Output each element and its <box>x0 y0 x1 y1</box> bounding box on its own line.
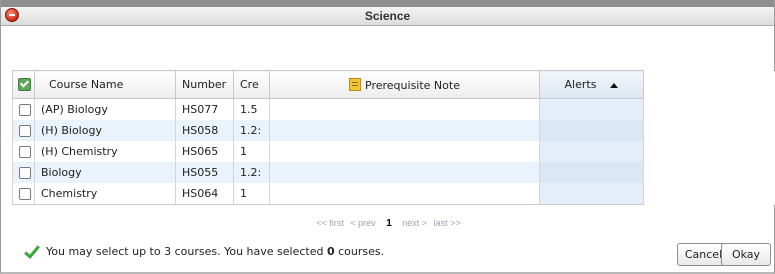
alerts-cell <box>539 183 644 205</box>
course-name-cell: Chemistry <box>34 183 176 205</box>
select-all-checkbox[interactable] <box>12 70 35 99</box>
row-checkbox[interactable] <box>18 125 31 137</box>
course-name-cell: Biology <box>34 162 176 183</box>
course-number-cell: HS055 <box>175 162 234 183</box>
table-row[interactable]: (H) Chemistry HS065 1 <box>12 141 775 162</box>
status-suffix: courses. <box>334 245 385 258</box>
row-spacer <box>643 120 775 141</box>
alerts-cell <box>539 98 644 120</box>
table-header-row: Course Name Number Cre Prerequisite Note… <box>12 70 775 99</box>
row-spacer <box>643 141 775 162</box>
row-checkbox-cell <box>12 162 35 183</box>
row-checkbox-cell <box>12 141 35 162</box>
row-checkbox[interactable] <box>18 167 31 179</box>
pager-next-link[interactable]: next > <box>402 218 427 228</box>
course-selection-dialog: Science Course Name Number Cre Prerequis… <box>0 0 775 274</box>
row-spacer <box>643 183 775 205</box>
selection-status: You may select up to 3 courses. You have… <box>24 245 384 259</box>
alerts-cell <box>539 162 644 183</box>
pager-prev-link[interactable]: < prev <box>350 218 375 228</box>
table-row[interactable]: Chemistry HS064 1 <box>12 183 775 205</box>
table-row[interactable]: Biology HS055 1.2: <box>12 162 775 183</box>
okay-button[interactable]: Okay <box>721 243 771 266</box>
alerts-cell <box>539 141 644 162</box>
course-credits-cell: 1 <box>233 183 270 205</box>
row-checkbox-cell <box>12 98 35 120</box>
course-credits-cell: 1.5 <box>233 98 270 120</box>
course-name-cell: (H) Chemistry <box>34 141 176 162</box>
alerts-cell <box>539 120 644 141</box>
selected-count: 0 <box>326 245 335 258</box>
status-prefix: You may select up to 3 courses. You have… <box>46 245 327 258</box>
course-name-cell: (H) Biology <box>34 120 176 141</box>
row-spacer <box>643 162 775 183</box>
checkmark-icon <box>18 78 31 92</box>
course-number-cell: HS058 <box>175 120 234 141</box>
sort-ascending-icon <box>610 82 619 88</box>
course-credits-cell: 1 <box>233 141 270 162</box>
course-credits-cell: 1.2: <box>233 120 270 141</box>
row-spacer <box>643 98 775 120</box>
pager-last-link[interactable]: last >> <box>434 218 461 228</box>
column-header-spacer <box>643 70 775 99</box>
course-number-cell: HS065 <box>175 141 234 162</box>
prerequisite-note-cell <box>269 98 540 120</box>
course-name-cell: (AP) Biology <box>34 98 176 120</box>
title-bar: Science <box>1 0 774 26</box>
row-checkbox[interactable] <box>18 188 31 200</box>
pager-first-link[interactable]: << first <box>316 218 344 228</box>
course-credits-cell: 1.2: <box>233 162 270 183</box>
prerequisite-note-cell <box>269 183 540 205</box>
column-header-number[interactable]: Number <box>175 70 234 99</box>
column-header-credits[interactable]: Cre <box>233 70 270 99</box>
column-header-prerequisite-note[interactable]: Prerequisite Note <box>269 70 540 99</box>
dialog-title: Science <box>364 9 411 23</box>
prerequisite-note-cell <box>269 120 540 141</box>
column-header-alerts[interactable]: Alerts <box>539 70 644 99</box>
prerequisite-note-cell <box>269 162 540 183</box>
table-row[interactable]: (H) Biology HS058 1.2: <box>12 120 775 141</box>
prerequisite-note-cell <box>269 141 540 162</box>
table-row[interactable]: (AP) Biology HS077 1.5 <box>12 98 775 120</box>
note-icon <box>349 77 362 91</box>
row-checkbox-cell <box>12 120 35 141</box>
course-table: Course Name Number Cre Prerequisite Note… <box>12 70 775 205</box>
pager-current-page: 1 <box>386 218 392 229</box>
row-checkbox[interactable] <box>18 104 31 116</box>
course-number-cell: HS077 <box>175 98 234 120</box>
pagination: << first < prev 1 next > last >> <box>1 218 775 229</box>
course-number-cell: HS064 <box>175 183 234 205</box>
checkmark-icon <box>24 245 38 259</box>
column-header-course-name[interactable]: Course Name <box>34 70 176 99</box>
row-checkbox[interactable] <box>18 146 31 158</box>
row-checkbox-cell <box>12 183 35 205</box>
